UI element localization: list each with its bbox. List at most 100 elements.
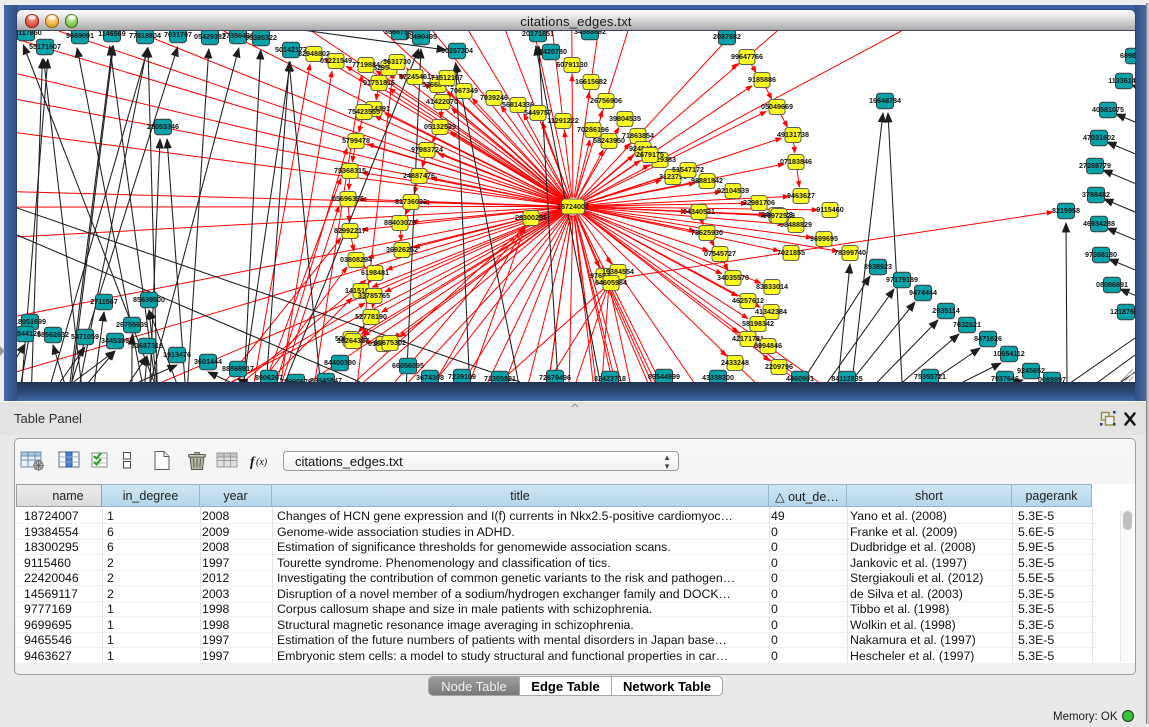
svg-text:0994846: 0994846 (754, 341, 782, 350)
svg-text:16648784: 16648784 (869, 96, 901, 105)
svg-text:7031797: 7031797 (164, 31, 192, 39)
svg-text:8938923: 8938923 (864, 262, 892, 271)
svg-text:7632621: 7632621 (953, 320, 981, 329)
svg-text:0089897: 0089897 (1038, 375, 1066, 382)
svg-text:9185886: 9185886 (748, 75, 776, 84)
svg-text:11336148: 11336148 (1108, 76, 1135, 85)
svg-text:37420780: 37420780 (535, 47, 567, 56)
svg-text:90972529: 90972529 (763, 211, 795, 220)
svg-text:78625930: 78625930 (691, 228, 723, 237)
svg-text:36395322: 36395322 (245, 33, 277, 42)
svg-text:33785765: 33785765 (358, 291, 390, 300)
svg-text:07545727: 07545727 (704, 249, 736, 258)
svg-text:05696395: 05696395 (332, 194, 364, 203)
svg-text:12187664: 12187664 (1110, 307, 1135, 316)
svg-text:(x): (x) (256, 457, 268, 468)
svg-text:84400390: 84400390 (324, 358, 356, 367)
svg-text:26755639: 26755639 (116, 320, 148, 329)
svg-text:19384554: 19384554 (602, 267, 634, 276)
svg-text:71305821: 71305821 (484, 374, 516, 382)
svg-text:34588892: 34588892 (574, 31, 606, 36)
svg-text:8471626: 8471626 (974, 334, 1002, 343)
svg-text:55171607: 55171607 (29, 42, 61, 51)
svg-text:72679496: 72679496 (539, 373, 571, 382)
svg-text:05049669: 05049669 (761, 102, 793, 111)
svg-text:10490495: 10490495 (405, 32, 437, 41)
svg-text:78990676: 78990676 (280, 377, 312, 382)
svg-text:46257612: 46257612 (732, 296, 764, 305)
svg-text:88403075: 88403075 (384, 218, 416, 227)
svg-text:81736032: 81736032 (395, 197, 427, 206)
svg-text:07183846: 07183846 (780, 157, 812, 166)
svg-text:3674308: 3674308 (416, 373, 444, 382)
svg-text:24887476: 24887476 (403, 171, 435, 180)
svg-text:46934288: 46934288 (1083, 219, 1115, 228)
svg-text:78399740: 78399740 (834, 248, 866, 257)
svg-text:2935114: 2935114 (932, 306, 960, 315)
svg-text:05675302: 05675302 (374, 338, 406, 347)
svg-text:2087682: 2087682 (713, 32, 741, 41)
svg-text:84112835: 84112835 (831, 374, 863, 382)
svg-text:2433248: 2433248 (721, 358, 749, 367)
svg-text:85639500: 85639500 (133, 295, 165, 304)
svg-text:7021855: 7021855 (777, 248, 805, 257)
svg-text:7239109: 7239109 (448, 372, 476, 381)
svg-text:03221549: 03221549 (320, 56, 352, 65)
svg-text:9699695: 9699695 (810, 234, 838, 243)
svg-text:9115460: 9115460 (816, 205, 844, 214)
svg-text:36926252: 36926252 (386, 245, 418, 254)
svg-text:82423718: 82423718 (594, 374, 626, 382)
svg-text:75423555: 75423555 (348, 107, 380, 116)
svg-text:18264327: 18264327 (337, 336, 369, 345)
svg-text:26756906: 26756906 (590, 96, 622, 105)
svg-text:66056095: 66056095 (392, 361, 424, 370)
svg-text:58243950: 58243950 (593, 136, 625, 145)
svg-text:39804535: 39804535 (609, 114, 641, 123)
svg-text:5471059: 5471059 (71, 332, 99, 341)
svg-text:7067349: 7067349 (450, 86, 478, 95)
svg-text:1146569: 1146569 (98, 31, 126, 38)
svg-text:52778190: 52778190 (355, 312, 387, 321)
svg-text:49131738: 49131738 (777, 130, 809, 139)
svg-text:8906267: 8906267 (255, 373, 283, 382)
svg-text:28053346: 28053346 (147, 122, 179, 131)
svg-text:89544999: 89544999 (648, 372, 680, 381)
svg-text:40581075: 40581075 (1092, 105, 1124, 114)
svg-text:8215958: 8215958 (1052, 206, 1080, 215)
svg-text:58198342: 58198342 (742, 319, 774, 328)
svg-text:04340521: 04340521 (683, 207, 715, 216)
svg-text:86945847: 86945847 (310, 376, 342, 382)
svg-text:82992217: 82992217 (334, 226, 366, 235)
svg-text:98881842: 98881842 (691, 176, 723, 185)
svg-text:71863854: 71863854 (622, 131, 654, 140)
svg-text:3788482: 3788482 (1082, 190, 1110, 199)
svg-text:6898575: 6898575 (1120, 51, 1135, 60)
svg-text:75355721: 75355721 (914, 372, 946, 381)
svg-text:9474444: 9474444 (909, 288, 937, 297)
svg-text:5799478: 5799478 (342, 136, 370, 145)
svg-text:03808294: 03808294 (340, 255, 372, 264)
svg-text:47031602: 47031602 (1083, 133, 1115, 142)
svg-text:18724007: 18724007 (557, 202, 589, 211)
svg-text:2679175: 2679175 (636, 150, 664, 159)
svg-text:28300295: 28300295 (515, 213, 547, 222)
svg-text:7937646: 7937646 (991, 374, 1019, 382)
svg-text:90267304: 90267304 (441, 46, 473, 55)
svg-text:97368180: 97368180 (1085, 250, 1117, 259)
svg-text:2711567: 2711567 (90, 297, 118, 306)
svg-text:10654112: 10654112 (993, 349, 1025, 358)
svg-text:08086891: 08086891 (1096, 280, 1128, 289)
svg-text:16615682: 16615682 (575, 77, 607, 86)
svg-text:92104539: 92104539 (717, 186, 749, 195)
svg-text:87245461: 87245461 (399, 72, 431, 81)
svg-text:9463627: 9463627 (787, 191, 815, 200)
svg-text:3601444: 3601444 (194, 357, 222, 366)
svg-text:58562632: 58562632 (37, 330, 69, 339)
svg-text:34035570: 34035570 (717, 273, 749, 282)
svg-text:04605984: 04605984 (595, 278, 627, 287)
svg-text:91751816: 91751816 (363, 78, 395, 87)
svg-text:52117850: 52117850 (17, 31, 42, 37)
svg-text:11291222: 11291222 (547, 116, 579, 125)
svg-text:75368315: 75368315 (334, 166, 366, 175)
svg-text:9669091: 9669091 (66, 31, 94, 40)
